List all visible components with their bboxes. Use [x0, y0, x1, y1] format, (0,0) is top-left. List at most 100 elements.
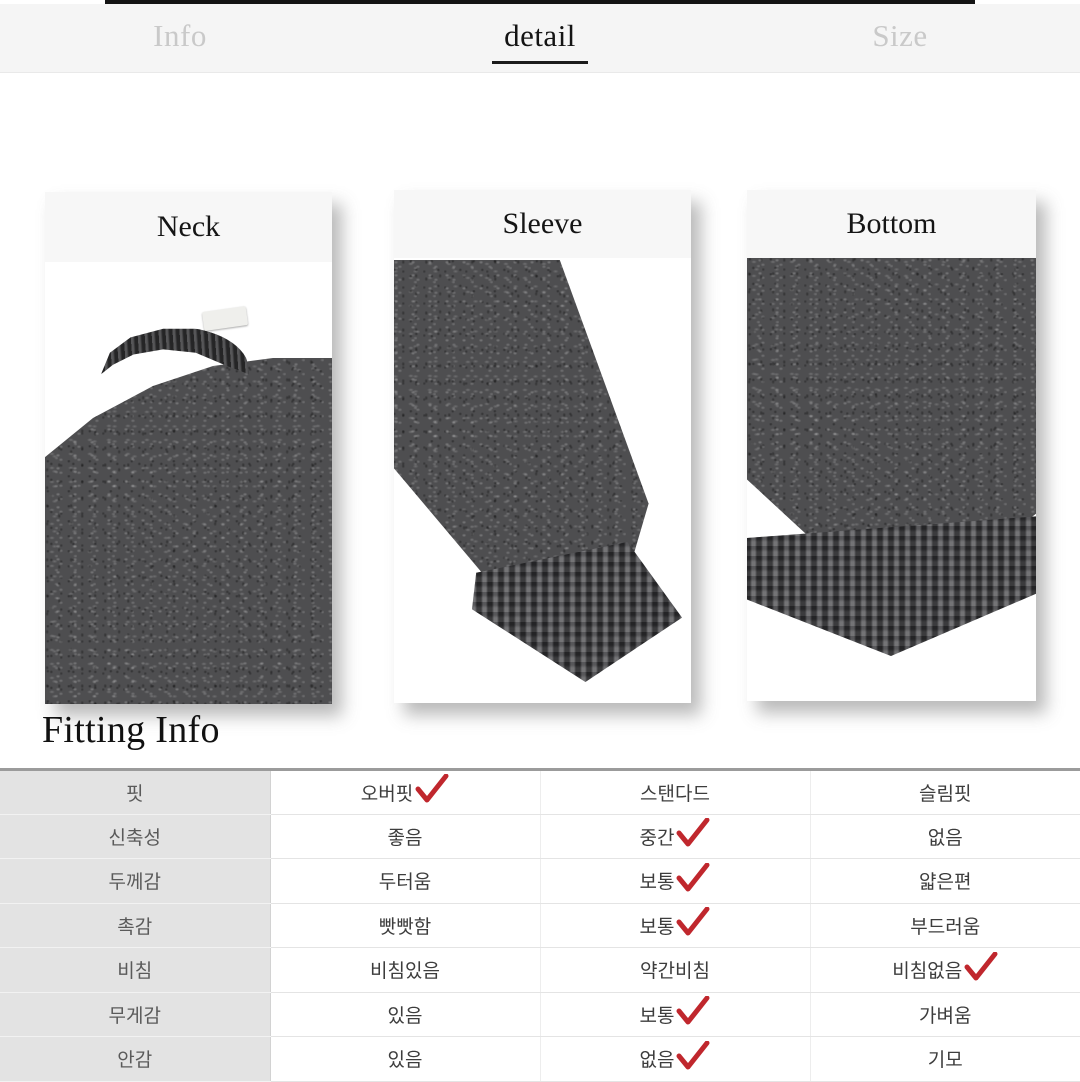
sweater-care-label: [201, 306, 249, 331]
sweater-hem-rib: [747, 516, 1036, 656]
fitting-info-table: 핏 오버핏 스탠다드 슬림핏 신축성 좋음 중간 없음 두께감 두터움 보통 얇은편 촉감 빳빳함 보통 부드…: [0, 768, 1080, 1082]
fitting-option-label: 비침있음: [370, 961, 440, 983]
fitting-option-cell[interactable]: 있음: [270, 992, 541, 1037]
fitting-row-label: 촉감: [0, 903, 271, 948]
fitting-option-wrap: 기모: [928, 1045, 963, 1072]
product-tab-bar: Info detail Size: [0, 4, 1080, 73]
table-row: 두께감 두터움 보통 얇은편: [0, 858, 1080, 904]
fitting-option-label: 약간비침: [640, 961, 710, 983]
fitting-option-label: 두터움: [378, 872, 432, 894]
fitting-option-label: 보통: [639, 872, 675, 894]
fitting-option-label: 얇은편: [919, 872, 972, 894]
detail-card-bottom[interactable]: Bottom: [747, 190, 1036, 701]
fitting-row-label: 무게감: [0, 992, 271, 1037]
detail-card-sleeve-label: Sleeve: [394, 190, 691, 258]
fitting-option-label: 좋음: [387, 827, 423, 849]
fitting-option-cell[interactable]: 두터움: [270, 858, 541, 904]
fitting-option-cell[interactable]: 없음: [540, 1036, 811, 1082]
fitting-row-label: 비침: [0, 947, 271, 993]
detail-card-bottom-label: Bottom: [747, 190, 1036, 258]
fitting-option-cell[interactable]: 가벼움: [810, 992, 1080, 1037]
fitting-option-wrap: 스탠다드: [640, 779, 710, 806]
fitting-option-wrap: 보통: [640, 996, 711, 1032]
fitting-row-label: 핏: [0, 769, 271, 815]
fitting-option-cell[interactable]: 중간: [540, 814, 811, 859]
fitting-option-label: 중간: [639, 827, 675, 849]
tab-info[interactable]: Info: [0, 4, 360, 72]
fitting-option-wrap: 없음: [928, 823, 963, 850]
fitting-row-label: 신축성: [0, 814, 271, 859]
active-tab-underline: [492, 61, 588, 64]
fitting-option-wrap: 빳빳함: [379, 912, 431, 939]
detail-card-neck-label: Neck: [45, 192, 332, 262]
fitting-option-label: 있음: [387, 1050, 423, 1072]
detail-card-sleeve[interactable]: Sleeve: [394, 190, 691, 703]
fitting-option-wrap: 부드러움: [910, 912, 980, 939]
fitting-option-label: 보통: [639, 1005, 675, 1027]
fitting-option-wrap: 있음: [388, 1001, 423, 1028]
neck-photo: [45, 192, 332, 704]
fitting-option-wrap: 얇은편: [919, 867, 971, 894]
checkmark-icon: [676, 996, 710, 1026]
fitting-option-cell[interactable]: 슬림핏: [810, 769, 1080, 815]
fitting-option-wrap: 보통: [639, 862, 711, 899]
fitting-option-wrap: 오버핏: [361, 774, 449, 810]
tab-size[interactable]: Size: [720, 4, 1080, 72]
fitting-option-cell[interactable]: 보통: [540, 858, 811, 904]
table-row: 비침 비침있음 약간비침 비침없음: [0, 947, 1080, 993]
checkmark-icon: [676, 818, 710, 848]
fitting-option-label: 가벼움: [919, 1005, 972, 1027]
tab-info-label: Info: [153, 18, 207, 53]
tab-detail[interactable]: detail: [360, 4, 720, 72]
fitting-option-wrap: 좋음: [388, 823, 423, 850]
fitting-option-label: 없음: [927, 827, 963, 849]
checkmark-icon: [676, 1040, 710, 1071]
tab-detail-label: detail: [504, 18, 576, 53]
checkmark-icon: [415, 774, 449, 804]
fitting-option-label: 슬림핏: [919, 783, 972, 805]
checkmark-icon: [676, 907, 710, 937]
fitting-option-label: 기모: [927, 1050, 963, 1072]
fitting-option-cell[interactable]: 비침있음: [270, 947, 541, 993]
fitting-row-label: 두께감: [0, 858, 271, 904]
bottom-photo: [747, 190, 1036, 701]
fitting-option-cell[interactable]: 오버핏: [270, 769, 541, 815]
fitting-option-cell[interactable]: 있음: [270, 1036, 541, 1082]
fitting-option-cell[interactable]: 비침없음: [810, 947, 1080, 993]
fitting-option-wrap: 있음: [388, 1045, 423, 1072]
fitting-option-wrap: 가벼움: [919, 1001, 971, 1028]
fitting-option-cell[interactable]: 얇은편: [810, 858, 1080, 904]
detail-photo-gallery: Neck Sleeve Bottom: [0, 73, 1080, 704]
fitting-option-label: 비침없음: [892, 961, 963, 983]
sweater-body-texture: [45, 358, 332, 704]
fitting-option-cell[interactable]: 기모: [810, 1036, 1080, 1082]
fitting-option-cell[interactable]: 보통: [540, 903, 811, 948]
fitting-info-table-body: 핏 오버핏 스탠다드 슬림핏 신축성 좋음 중간 없음 두께감 두터움 보통 얇은편 촉감 빳빳함 보통 부드…: [0, 769, 1080, 1082]
fitting-option-cell[interactable]: 약간비침: [540, 947, 811, 993]
fitting-option-label: 있음: [387, 1005, 423, 1027]
fitting-option-wrap: 중간: [640, 818, 711, 854]
fitting-option-wrap: 보통: [640, 907, 711, 943]
fitting-option-wrap: 두터움: [379, 867, 431, 894]
fitting-option-wrap: 비침있음: [370, 956, 440, 983]
fitting-option-wrap: 없음: [639, 1040, 711, 1077]
checkmark-icon: [676, 862, 710, 893]
table-row: 안감 있음 없음 기모: [0, 1036, 1080, 1082]
fitting-option-label: 없음: [639, 1050, 675, 1072]
fitting-option-cell[interactable]: 부드러움: [810, 903, 1080, 948]
fitting-option-label: 부드러움: [910, 916, 981, 938]
detail-card-neck[interactable]: Neck: [45, 192, 332, 704]
fitting-option-label: 보통: [639, 916, 675, 938]
fitting-option-cell[interactable]: 없음: [810, 814, 1080, 859]
fitting-option-label: 스탠다드: [640, 783, 710, 805]
fitting-option-cell[interactable]: 빳빳함: [270, 903, 541, 948]
fitting-option-cell[interactable]: 보통: [540, 992, 811, 1037]
fitting-info-heading: Fitting Info: [42, 709, 220, 751]
fitting-option-wrap: 약간비침: [640, 956, 710, 983]
fitting-option-label: 빳빳함: [378, 916, 432, 938]
fitting-option-cell[interactable]: 스탠다드: [540, 769, 811, 815]
checkmark-icon: [964, 951, 998, 982]
sleeve-photo: [394, 190, 691, 703]
fitting-option-cell[interactable]: 좋음: [270, 814, 541, 859]
fitting-option-label: 오버핏: [360, 783, 414, 805]
